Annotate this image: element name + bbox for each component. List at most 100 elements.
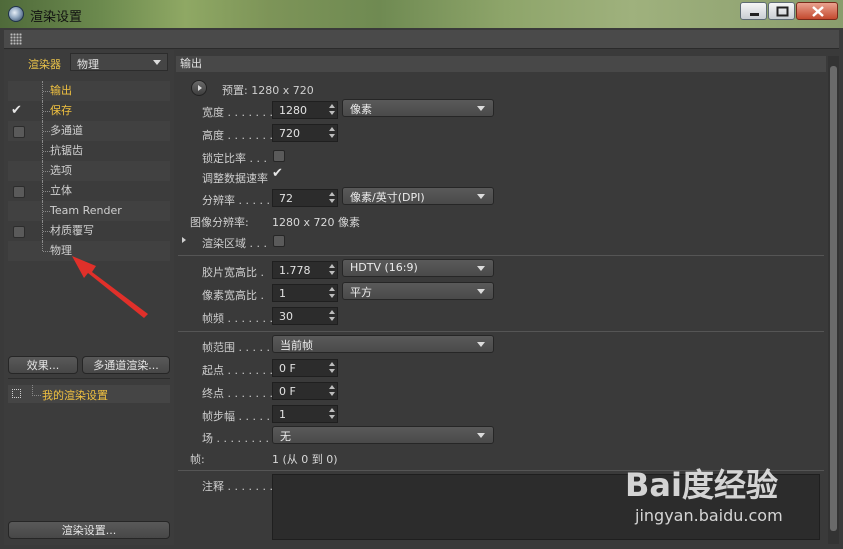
chevron-down-icon — [477, 342, 485, 347]
tree-item-label: Team Render — [50, 204, 122, 217]
spinner-icon[interactable] — [329, 192, 335, 204]
spinner-icon[interactable] — [329, 385, 335, 397]
frame-step-input[interactable]: 1 — [272, 405, 338, 423]
divider — [178, 255, 824, 256]
tree-item-checkbox[interactable] — [13, 186, 25, 198]
spinner-icon[interactable] — [329, 264, 335, 276]
pixel-aspect-value: 1 — [279, 287, 286, 300]
tree-connector — [32, 385, 41, 396]
checkmark-icon[interactable]: ✔ — [272, 166, 283, 181]
tree-item-save[interactable]: ✔ 保存 — [8, 101, 170, 121]
title-bar: 渲染设置 — [0, 0, 843, 28]
multipass-render-button[interactable]: 多通道渲染... — [82, 356, 170, 374]
tree-item-label: 输出 — [50, 84, 72, 97]
render-settings-button[interactable]: 渲染设置... — [8, 521, 170, 539]
settings-tree: 输出 ✔ 保存 多通道 抗锯齿 选项 立体 Team Render 材质覆写 物… — [8, 81, 170, 261]
width-unit-dropdown[interactable]: 像素 — [342, 99, 494, 117]
vertical-scrollbar[interactable] — [828, 56, 839, 544]
pixel-aspect-input[interactable]: 1 — [272, 284, 338, 302]
lock-ratio-checkbox[interactable] — [273, 150, 285, 162]
tree-item-label: 物理 — [50, 244, 72, 257]
spinner-icon[interactable] — [329, 362, 335, 374]
frame-range-label: 帧范围 . . . . . — [202, 341, 270, 354]
spinner-icon[interactable] — [329, 408, 335, 420]
render-region-checkbox[interactable] — [273, 235, 285, 247]
film-aspect-dropdown[interactable]: HDTV (16:9) — [342, 259, 494, 277]
tree-item-label: 选项 — [50, 164, 72, 177]
renderer-select-value: 物理 — [77, 58, 99, 71]
pixel-aspect-label: 像素宽高比 . — [202, 289, 264, 302]
start-value: 0 F — [279, 362, 296, 375]
section-title: 输出 — [176, 56, 826, 72]
tree-item-multipass[interactable]: 多通道 — [8, 121, 170, 141]
resolution-input[interactable]: 72 — [272, 189, 338, 207]
film-aspect-value: 1.778 — [279, 264, 311, 277]
adapt-data-rate-label: 调整数据速率 — [202, 172, 268, 185]
grip-icon[interactable] — [10, 33, 22, 45]
chevron-down-icon — [477, 106, 485, 111]
pixel-aspect-dropdown[interactable]: 平方 — [342, 282, 494, 300]
scrollbar-thumb[interactable] — [830, 66, 837, 531]
tree-item-team-render[interactable]: Team Render — [8, 201, 170, 221]
end-value: 0 F — [279, 385, 296, 398]
tree-item-label: 材质覆写 — [50, 224, 94, 237]
tree-item-antialiasing[interactable]: 抗锯齿 — [8, 141, 170, 161]
frame-rate-value: 30 — [279, 310, 293, 323]
effects-button[interactable]: 效果... — [8, 356, 78, 374]
minimize-button[interactable] — [740, 2, 767, 20]
width-unit-value: 像素 — [350, 103, 372, 116]
resolution-unit-value: 像素/英寸(DPI) — [350, 191, 425, 204]
tree-item-label: 立体 — [50, 184, 72, 197]
watermark-logo: Bai度经验 — [625, 466, 778, 504]
start-input[interactable]: 0 F — [272, 359, 338, 377]
fields-value: 无 — [280, 430, 291, 443]
film-aspect-label: 胶片宽高比 . — [202, 266, 264, 279]
tree-item-label: 抗锯齿 — [50, 144, 83, 157]
tree-item-physical[interactable]: 物理 — [8, 241, 170, 261]
chevron-down-icon — [477, 266, 485, 271]
chevron-down-icon — [153, 60, 161, 65]
end-input[interactable]: 0 F — [272, 382, 338, 400]
fields-dropdown[interactable]: 无 — [272, 426, 494, 444]
spinner-icon[interactable] — [329, 287, 335, 299]
expand-icon[interactable] — [12, 389, 21, 398]
width-input[interactable]: 1280 — [272, 101, 338, 119]
render-region-label: 渲染区域 . . . — [202, 237, 267, 250]
spinner-icon[interactable] — [329, 104, 335, 116]
maximize-button[interactable] — [768, 2, 795, 20]
frame-range-dropdown[interactable]: 当前帧 — [272, 335, 494, 353]
resolution-unit-dropdown[interactable]: 像素/英寸(DPI) — [342, 187, 494, 205]
tree-item-output[interactable]: 输出 — [8, 81, 170, 101]
cinema4d-app-icon — [8, 6, 24, 22]
image-resolution-value: 1280 x 720 像素 — [272, 216, 360, 229]
expand-arrow-icon[interactable] — [182, 237, 186, 243]
close-button[interactable] — [796, 2, 838, 20]
tree-item-label: 多通道 — [50, 124, 83, 137]
tree-item-checkbox[interactable] — [13, 126, 25, 138]
toolbar — [4, 30, 839, 49]
tree-item-material-override[interactable]: 材质覆写 — [8, 221, 170, 241]
tree-item-checkbox[interactable] — [13, 226, 25, 238]
width-value: 1280 — [279, 104, 307, 117]
tree-item-stereo[interactable]: 立体 — [8, 181, 170, 201]
preset-play-icon[interactable] — [191, 80, 207, 96]
renderer-label: 渲染器 — [28, 58, 61, 71]
fields-label: 场 . . . . . . . . . — [202, 432, 276, 445]
renderer-select[interactable]: 物理 — [70, 53, 168, 71]
film-aspect-preset: HDTV (16:9) — [350, 261, 418, 274]
spinner-icon[interactable] — [329, 127, 335, 139]
film-aspect-input[interactable]: 1.778 — [272, 261, 338, 279]
tree-item-options[interactable]: 选项 — [8, 161, 170, 181]
start-label: 起点 . . . . . . . — [202, 364, 273, 377]
spinner-icon[interactable] — [329, 310, 335, 322]
frame-range-value: 当前帧 — [280, 339, 313, 352]
preset-label: 预置: 1280 x 720 — [222, 84, 314, 97]
chevron-down-icon — [477, 433, 485, 438]
height-input[interactable]: 720 — [272, 124, 338, 142]
preset-item[interactable]: 我的渲染设置 — [8, 385, 170, 403]
frames-value: 1 (从 0 到 0) — [272, 453, 338, 466]
end-label: 终点 . . . . . . . — [202, 387, 273, 400]
preset-label: 我的渲染设置 — [42, 389, 108, 402]
checkmark-icon[interactable]: ✔ — [11, 101, 22, 121]
frame-rate-input[interactable]: 30 — [272, 307, 338, 325]
